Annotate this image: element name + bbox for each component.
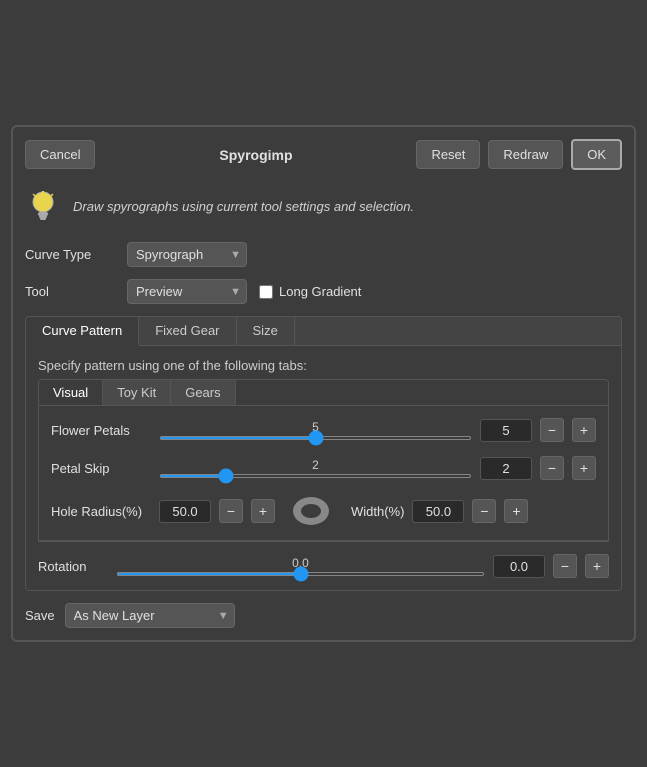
petal-skip-slider[interactable] bbox=[159, 474, 472, 478]
curve-type-select-wrap: Spyrograph Epitrochoid Sine Lissajous ▼ bbox=[127, 242, 247, 267]
petal-skip-label: Petal Skip bbox=[51, 461, 151, 476]
toolbar: Cancel Spyrogimp Reset Redraw OK bbox=[25, 139, 622, 170]
save-label: Save bbox=[25, 608, 55, 623]
flower-petals-row: Flower Petals 5 − + bbox=[51, 418, 596, 442]
width-increment[interactable]: + bbox=[504, 499, 528, 523]
hole-radius-label: Hole Radius(%) bbox=[51, 504, 151, 519]
curve-type-select[interactable]: Spyrograph Epitrochoid Sine Lissajous bbox=[127, 242, 247, 267]
cancel-button[interactable]: Cancel bbox=[25, 140, 95, 169]
long-gradient-row: Long Gradient bbox=[259, 284, 361, 299]
width-decrement[interactable]: − bbox=[472, 499, 496, 523]
tool-select-wrap: Preview Paint Pencil ▼ bbox=[127, 279, 247, 304]
petal-skip-increment[interactable]: + bbox=[572, 456, 596, 480]
redraw-button[interactable]: Redraw bbox=[488, 140, 563, 169]
rotation-input[interactable] bbox=[493, 555, 545, 578]
petal-skip-decrement[interactable]: − bbox=[540, 456, 564, 480]
inner-tab-bar: Visual Toy Kit Gears bbox=[38, 379, 609, 406]
rotation-row: Rotation 0.0 − + bbox=[38, 554, 609, 578]
rotation-section: Rotation 0.0 − + bbox=[38, 541, 609, 578]
save-select-wrap: As New Layer In Place (Flatten) New Imag… bbox=[65, 603, 235, 628]
ok-button[interactable]: OK bbox=[571, 139, 622, 170]
tab-curve-pattern[interactable]: Curve Pattern bbox=[26, 317, 139, 346]
outer-tab-content: Specify pattern using one of the followi… bbox=[26, 346, 621, 590]
hole-radius-increment[interactable]: + bbox=[251, 499, 275, 523]
outer-tab-panel: Curve Pattern Fixed Gear Size Specify pa… bbox=[25, 316, 622, 591]
specify-text: Specify pattern using one of the followi… bbox=[38, 358, 609, 373]
outer-tab-bar: Curve Pattern Fixed Gear Size bbox=[26, 317, 621, 346]
rotation-increment[interactable]: + bbox=[585, 554, 609, 578]
tab-visual[interactable]: Visual bbox=[39, 380, 103, 405]
save-select[interactable]: As New Layer In Place (Flatten) New Imag… bbox=[65, 603, 235, 628]
tool-select[interactable]: Preview Paint Pencil bbox=[127, 279, 247, 304]
flower-petals-label: Flower Petals bbox=[51, 423, 151, 438]
petal-skip-row: Petal Skip 2 − + bbox=[51, 456, 596, 480]
flower-petals-slider[interactable] bbox=[159, 436, 472, 440]
info-bar: Draw spyrographs using current tool sett… bbox=[25, 182, 622, 230]
inner-tab-content: Flower Petals 5 − + Petal Skip 2 bbox=[38, 406, 609, 541]
flower-petals-slider-wrap: 5 bbox=[159, 420, 472, 440]
tool-label: Tool bbox=[25, 284, 115, 299]
hole-radius-decrement[interactable]: − bbox=[219, 499, 243, 523]
tool-row: Tool Preview Paint Pencil ▼ Long Gradien… bbox=[25, 279, 622, 304]
long-gradient-label: Long Gradient bbox=[279, 284, 361, 299]
rotation-label: Rotation bbox=[38, 559, 108, 574]
info-text: Draw spyrographs using current tool sett… bbox=[73, 199, 414, 214]
hole-radius-input[interactable] bbox=[159, 500, 211, 523]
curve-type-label: Curve Type bbox=[25, 247, 115, 262]
petal-skip-slider-wrap: 2 bbox=[159, 458, 472, 478]
main-dialog: Cancel Spyrogimp Reset Redraw OK Draw sp… bbox=[11, 125, 636, 642]
tab-fixed-gear[interactable]: Fixed Gear bbox=[139, 317, 236, 345]
dialog-title: Spyrogimp bbox=[103, 147, 408, 163]
hole-preview bbox=[289, 494, 333, 528]
rotation-slider-wrap: 0.0 bbox=[116, 556, 485, 576]
hole-radius-row: Hole Radius(%) − + bbox=[51, 494, 596, 528]
flower-petals-decrement[interactable]: − bbox=[540, 418, 564, 442]
bulb-icon bbox=[25, 186, 61, 226]
long-gradient-checkbox[interactable] bbox=[259, 285, 273, 299]
curve-type-row: Curve Type Spyrograph Epitrochoid Sine L… bbox=[25, 242, 622, 267]
flower-petals-increment[interactable]: + bbox=[572, 418, 596, 442]
flower-petals-input[interactable] bbox=[480, 419, 532, 442]
save-row: Save As New Layer In Place (Flatten) New… bbox=[25, 603, 622, 628]
tab-toy-kit[interactable]: Toy Kit bbox=[103, 380, 171, 405]
tab-gears[interactable]: Gears bbox=[171, 380, 235, 405]
tab-size[interactable]: Size bbox=[237, 317, 295, 345]
width-input[interactable] bbox=[412, 500, 464, 523]
petal-skip-input[interactable] bbox=[480, 457, 532, 480]
rotation-decrement[interactable]: − bbox=[553, 554, 577, 578]
reset-button[interactable]: Reset bbox=[416, 140, 480, 169]
width-label: Width(%) bbox=[351, 504, 404, 519]
rotation-slider[interactable] bbox=[116, 572, 485, 576]
